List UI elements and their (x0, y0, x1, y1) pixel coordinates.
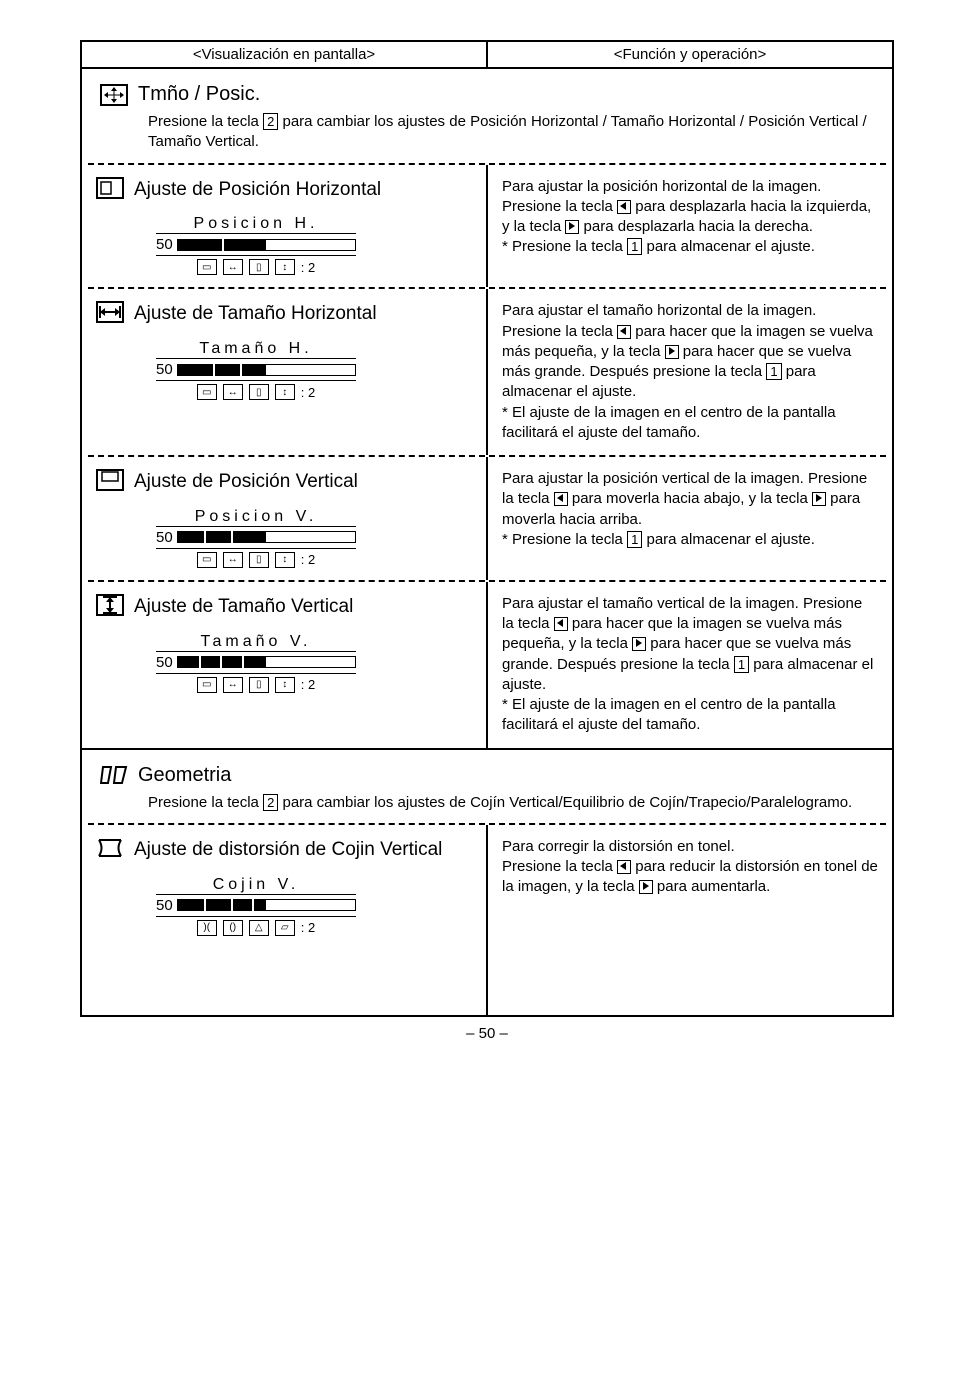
r4-func: Para ajustar el tamaño vertical de la im… (502, 594, 878, 736)
row-hsize: Ajuste de Tamaño Horizontal Tamaño H. 50… (82, 289, 892, 455)
row-vsize: Ajuste de Tamaño Vertical Tamaño V. 50 ▭… (82, 582, 892, 748)
key-2: 2 (263, 113, 278, 130)
mode-icon-4: ↕ (275, 677, 295, 693)
vsize-icon (96, 594, 124, 616)
geom-icon-4: ▱ (275, 920, 295, 936)
mode-icon-2: ↔ (223, 384, 243, 400)
size-pos-icon (100, 84, 128, 106)
osd-vsize: Tamaño V. 50 ▭ ↔ ▯ ↕ : 2 (156, 633, 356, 693)
r4-title: Ajuste de Tamaño Vertical (134, 594, 353, 619)
section2-title: Geometria (138, 764, 231, 787)
pincushion-icon (96, 837, 124, 859)
section1-title: Tmño / Posic. (138, 83, 260, 106)
key-1: 1 (627, 531, 642, 548)
row-hpos: Ajuste de Posición Horizontal Posicion H… (82, 165, 892, 288)
r3-title: Ajuste de Posición Vertical (134, 469, 358, 494)
mode-icon-4: ↕ (275, 552, 295, 568)
section2-desc: Presione la tecla 2 para cambiar los aju… (148, 793, 874, 813)
right-arrow-icon (639, 880, 653, 894)
geom-icon-1: )( (197, 920, 217, 936)
mode-icon-1: ▭ (197, 259, 217, 275)
row-cojinv: Ajuste de distorsión de Cojin Vertical C… (82, 825, 892, 1015)
left-arrow-icon (554, 617, 568, 631)
key-1: 1 (627, 238, 642, 255)
r3-func: Para ajustar la posición vertical de la … (502, 469, 878, 550)
mode-icon-1: ▭ (197, 677, 217, 693)
mode-icon-3: ▯ (249, 384, 269, 400)
r5-title: Ajuste de distorsión de Cojin Vertical (134, 837, 442, 862)
r2-title: Ajuste de Tamaño Horizontal (134, 301, 377, 326)
r1-func: Para ajustar la posición horizontal de l… (502, 177, 878, 258)
geom-icon-2: () (223, 920, 243, 936)
mode-icon-3: ▯ (249, 552, 269, 568)
osd-hpos: Posicion H. 50 ▭ ↔ ▯ ↕ : 2 (156, 215, 356, 275)
left-arrow-icon (617, 200, 631, 214)
geometria-icon (100, 764, 128, 786)
left-arrow-icon (617, 860, 631, 874)
r2-func: Para ajustar el tamaño horizontal de la … (502, 301, 878, 443)
right-arrow-icon (565, 220, 579, 234)
mode-icon-2: ↔ (223, 259, 243, 275)
page-number: – 50 – (80, 1025, 894, 1042)
mode-icon-4: ↕ (275, 384, 295, 400)
header-row: <Visualización en pantalla> <Función y o… (82, 42, 892, 69)
header-left: <Visualización en pantalla> (82, 42, 488, 67)
osd-hsize: Tamaño H. 50 ▭ ↔ ▯ ↕ : 2 (156, 340, 356, 400)
osd-tail: : 2 (301, 260, 315, 275)
header-right: <Función y operación> (488, 42, 892, 67)
mode-icon-1: ▭ (197, 552, 217, 568)
mode-icon-1: ▭ (197, 384, 217, 400)
row-vpos: Ajuste de Posición Vertical Posicion V. … (82, 457, 892, 580)
mode-icon-2: ↔ (223, 552, 243, 568)
geom-icon-3: △ (249, 920, 269, 936)
hpos-icon (96, 177, 124, 199)
hsize-icon (96, 301, 124, 323)
key-2: 2 (263, 794, 278, 811)
key-1: 1 (766, 363, 781, 380)
r1-title: Ajuste de Posición Horizontal (134, 177, 381, 202)
left-arrow-icon (617, 325, 631, 339)
right-arrow-icon (665, 345, 679, 359)
r5-func: Para corregir la distorsión en tonel. Pr… (502, 837, 878, 898)
section-geometria: Geometria Presione la tecla 2 para cambi… (82, 750, 892, 823)
right-arrow-icon (632, 637, 646, 651)
mode-icon-4: ↕ (275, 259, 295, 275)
osd-vpos: Posicion V. 50 ▭ ↔ ▯ ↕ : 2 (156, 508, 356, 568)
mode-icon-3: ▯ (249, 677, 269, 693)
right-arrow-icon (812, 492, 826, 506)
mode-icon-3: ▯ (249, 259, 269, 275)
section-size-pos: Tmño / Posic. Presione la tecla 2 para c… (82, 69, 892, 163)
key-1: 1 (734, 656, 749, 673)
osd-cojinv: Cojin V. 50 )( () △ ▱ : 2 (156, 876, 356, 936)
manual-table: <Visualización en pantalla> <Función y o… (80, 40, 894, 1017)
mode-icon-2: ↔ (223, 677, 243, 693)
left-arrow-icon (554, 492, 568, 506)
vpos-icon (96, 469, 124, 491)
section1-desc: Presione la tecla 2 para cambiar los aju… (148, 112, 874, 153)
